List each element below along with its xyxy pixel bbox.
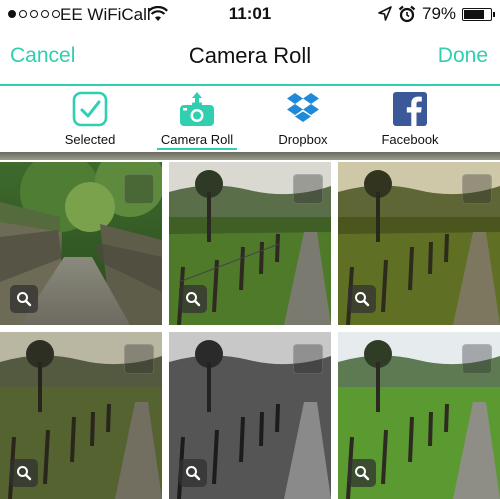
select-checkbox[interactable] — [462, 344, 492, 374]
magnifier-icon — [17, 292, 32, 307]
select-checkbox[interactable] — [293, 344, 323, 374]
zoom-button[interactable] — [10, 285, 38, 313]
magnifier-icon — [355, 466, 370, 481]
cancel-button[interactable]: Cancel — [10, 44, 75, 68]
camera-upload-icon — [180, 92, 214, 126]
navigation-bar: Cancel Camera Roll Done — [0, 30, 500, 86]
select-checkbox[interactable] — [462, 174, 492, 204]
photo-thumbnail[interactable] — [338, 162, 500, 325]
select-checkbox[interactable] — [124, 344, 154, 374]
tab-facebook[interactable]: Facebook — [355, 88, 465, 150]
tab-label: Camera Roll — [160, 132, 234, 147]
alarm-clock-icon — [398, 5, 416, 23]
select-checkbox[interactable] — [124, 174, 154, 204]
tab-label: Facebook — [381, 132, 439, 147]
source-tabs: Selected Camera Roll Dropbox Facebook — [0, 88, 500, 150]
zoom-button[interactable] — [179, 459, 207, 487]
photo-thumbnail[interactable] — [169, 332, 331, 499]
tab-label: Dropbox — [278, 132, 328, 147]
wifi-icon — [148, 6, 168, 21]
magnifier-icon — [186, 466, 201, 481]
select-checkbox[interactable] — [293, 174, 323, 204]
battery-percentage: 79% — [422, 4, 457, 23]
signal-strength-icon — [8, 10, 60, 18]
status-bar: EE WiFiCall 11:01 79% — [0, 0, 500, 30]
photo-thumbnail[interactable] — [0, 162, 162, 325]
magnifier-icon — [355, 292, 370, 307]
carrier-name: EE WiFiCall — [60, 5, 151, 24]
photo-grid-scroll-edge — [0, 152, 500, 160]
zoom-button[interactable] — [10, 459, 38, 487]
photo-thumbnail[interactable] — [338, 332, 500, 499]
tab-label: Selected — [64, 132, 116, 147]
tab-selected[interactable]: Selected — [35, 88, 145, 150]
zoom-button[interactable] — [348, 285, 376, 313]
checkbox-icon — [72, 91, 108, 127]
facebook-icon — [393, 92, 427, 126]
zoom-button[interactable] — [348, 459, 376, 487]
done-button[interactable]: Done — [438, 44, 488, 68]
photo-thumbnail[interactable] — [169, 162, 331, 325]
tab-dropbox[interactable]: Dropbox — [248, 88, 358, 150]
active-tab-indicator — [157, 148, 237, 150]
battery-icon — [462, 8, 495, 21]
dropbox-icon — [287, 93, 319, 122]
zoom-button[interactable] — [179, 285, 207, 313]
location-arrow-icon — [378, 6, 392, 21]
tab-camera-roll[interactable]: Camera Roll — [142, 88, 252, 150]
magnifier-icon — [17, 466, 32, 481]
magnifier-icon — [186, 292, 201, 307]
photo-thumbnail[interactable] — [0, 332, 162, 499]
